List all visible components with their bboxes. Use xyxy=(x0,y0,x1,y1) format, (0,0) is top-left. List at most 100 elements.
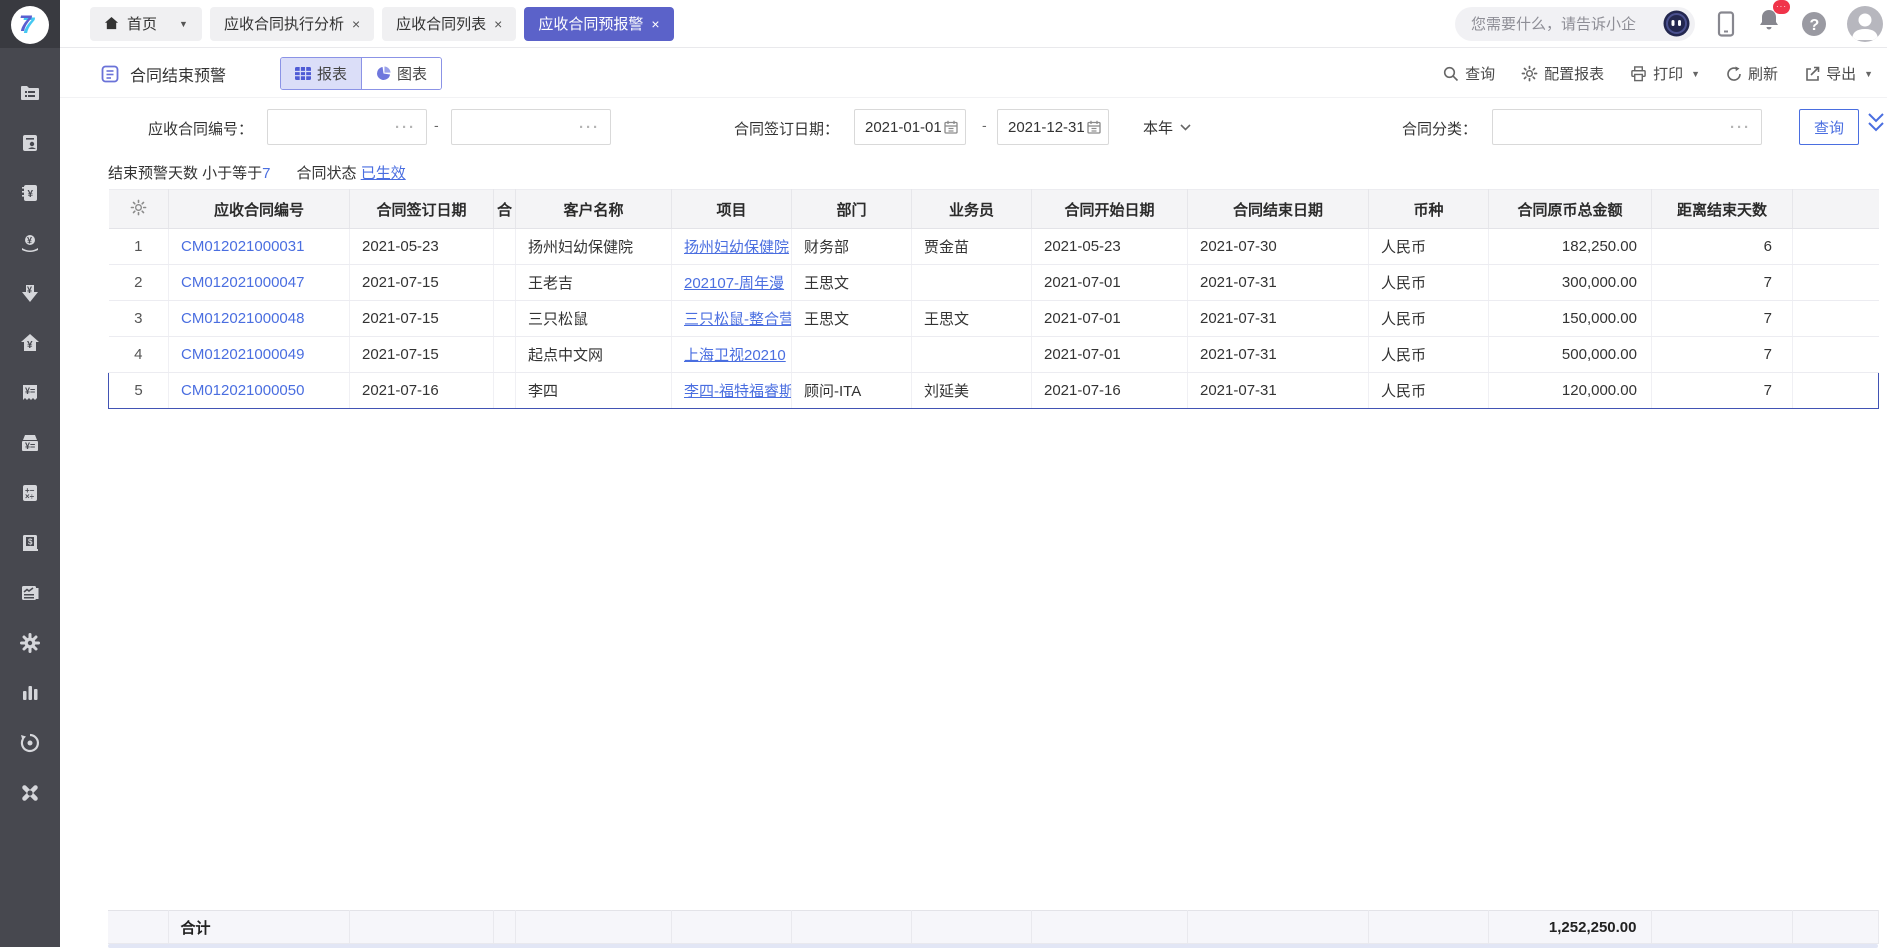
date-from-input[interactable]: 2021-01-01 xyxy=(854,109,966,145)
header-dept[interactable]: 部门 xyxy=(792,190,912,229)
header-end-date[interactable]: 合同结束日期 xyxy=(1188,190,1369,229)
project-link[interactable]: 李四-福特福睿斯 xyxy=(684,383,792,400)
history-icon[interactable] xyxy=(19,732,41,754)
mobile-icon[interactable] xyxy=(1715,11,1737,37)
query-action[interactable]: 查询 xyxy=(1443,63,1495,84)
gear-icon[interactable] xyxy=(19,632,41,654)
tab-home[interactable]: 首页 ▼ xyxy=(90,7,202,41)
cell-dept: 王思文 xyxy=(792,301,912,337)
app-logo[interactable]: 7 7 xyxy=(11,6,49,44)
assistant-search-input[interactable]: 您需要什么，请告诉小企 xyxy=(1455,7,1695,41)
calendar-icon[interactable] xyxy=(1087,120,1101,134)
header-start-date[interactable]: 合同开始日期 xyxy=(1032,190,1188,229)
svg-text:7: 7 xyxy=(19,11,33,36)
view-report-button[interactable]: 报表 xyxy=(281,58,361,89)
tab-contract-warning[interactable]: 应收合同预报警 × xyxy=(524,7,673,41)
cell-currency: 人民币 xyxy=(1369,373,1489,409)
contract-no-from-input[interactable]: ··· xyxy=(267,109,427,145)
header-currency[interactable]: 币种 xyxy=(1369,190,1489,229)
view-report-label: 报表 xyxy=(317,63,347,84)
project-link[interactable]: 三只松鼠-整合营 xyxy=(684,311,792,328)
table-row[interactable]: 4 CM012021000049 2021-07-15 起点中文网 上海卫视20… xyxy=(109,337,1879,373)
column-settings[interactable] xyxy=(109,190,169,229)
cell-clipped xyxy=(494,265,516,301)
chevron-down-icon[interactable]: ▼ xyxy=(179,19,188,29)
tab-contract-list[interactable]: 应收合同列表 × xyxy=(382,7,516,41)
page-title: 合同结束预警 xyxy=(130,62,226,86)
contract-code-link[interactable]: CM012021000031 xyxy=(181,238,304,255)
warning-days-label: 结束预警天数 小于等于 xyxy=(108,165,262,182)
project-link[interactable]: 202107-周年漫 xyxy=(684,275,784,292)
cell-customer: 王老吉 xyxy=(516,265,672,301)
chevron-down-icon[interactable]: ▼ xyxy=(1864,69,1873,79)
query-button[interactable]: 查询 xyxy=(1799,109,1859,145)
header-amount[interactable]: 合同原币总金额 xyxy=(1489,190,1652,229)
contract-user-icon[interactable] xyxy=(19,132,41,154)
table-row[interactable]: 2 CM012021000047 2021-07-15 王老吉 202107-周… xyxy=(109,265,1879,301)
table-row[interactable]: 3 CM012021000048 2021-07-15 三只松鼠 三只松鼠-整合… xyxy=(109,301,1879,337)
header-contract-no[interactable]: 应收合同编号 xyxy=(169,190,350,229)
bar-chart-icon[interactable] xyxy=(19,682,41,704)
cash-book-icon[interactable]: $ xyxy=(19,532,41,554)
header-customer[interactable]: 客户名称 xyxy=(516,190,672,229)
svg-text:¥=: ¥= xyxy=(25,441,35,451)
project-link[interactable]: 扬州妇幼保健院 xyxy=(684,239,789,256)
cell-empty xyxy=(108,911,168,944)
warning-days-value[interactable]: 7 xyxy=(262,165,270,182)
hand-coin-icon[interactable]: ¥ xyxy=(19,232,41,254)
avatar[interactable] xyxy=(1847,6,1883,42)
box-yen-icon[interactable]: ¥= xyxy=(19,432,41,454)
lookup-ellipsis-icon[interactable]: ··· xyxy=(395,119,416,136)
header-clipped[interactable]: 合 xyxy=(494,190,516,229)
help-icon[interactable]: ? xyxy=(1801,11,1827,37)
svg-text:×÷: ×÷ xyxy=(25,492,35,501)
arrow-down-yen-icon[interactable]: ¥ xyxy=(19,282,41,304)
category-input[interactable]: ··· xyxy=(1492,109,1762,145)
header-sales[interactable]: 业务员 xyxy=(912,190,1032,229)
view-chart-button[interactable]: 图表 xyxy=(361,58,441,89)
receipt-yen-icon[interactable]: ¥= xyxy=(19,382,41,404)
header-sign-date[interactable]: 合同签订日期 xyxy=(350,190,494,229)
print-action[interactable]: 打印 ▼ xyxy=(1630,63,1700,84)
close-icon[interactable]: × xyxy=(494,16,502,32)
tab-contract-exec-analysis[interactable]: 应收合同执行分析 × xyxy=(210,7,374,41)
folder-list-icon[interactable] xyxy=(19,82,41,104)
calendar-icon[interactable] xyxy=(944,120,958,134)
header-project[interactable]: 项目 xyxy=(672,190,792,229)
category-label: 合同分类： xyxy=(1402,118,1477,139)
cell-end-date: 2021-07-31 xyxy=(1188,265,1369,301)
contract-no-to-input[interactable]: ··· xyxy=(451,109,611,145)
cell-currency: 人民币 xyxy=(1369,337,1489,373)
lookup-ellipsis-icon[interactable]: ··· xyxy=(1730,119,1751,136)
table-row[interactable]: 1 CM012021000031 2021-05-23 扬州妇幼保健院 扬州妇幼… xyxy=(109,229,1879,265)
chevron-down-icon[interactable]: ▼ xyxy=(1691,69,1700,79)
contract-code-link[interactable]: CM012021000049 xyxy=(181,346,304,363)
row-number: 3 xyxy=(109,301,169,337)
project-link[interactable]: 上海卫视20210 xyxy=(684,347,786,364)
tools-icon[interactable] xyxy=(19,782,41,804)
export-action[interactable]: 导出 ▼ xyxy=(1804,63,1873,84)
header-days-left[interactable]: 距离结束天数 xyxy=(1652,190,1793,229)
horizontal-scrollbar[interactable] xyxy=(108,944,1878,948)
expand-filters-chevrons-icon[interactable] xyxy=(1866,111,1886,135)
house-yen-icon[interactable]: ¥ xyxy=(19,332,41,354)
refresh-action[interactable]: 刷新 xyxy=(1726,63,1778,84)
contract-code-link[interactable]: CM012021000048 xyxy=(181,310,304,327)
top-tab-bar: 首页 ▼ 应收合同执行分析 × 应收合同列表 × 应收合同预报警 × 您需要什么… xyxy=(60,0,1887,48)
calculator-icon[interactable]: +−×÷ xyxy=(19,482,41,504)
period-select[interactable]: 本年 xyxy=(1143,117,1191,138)
assistant-robot-icon[interactable] xyxy=(1663,10,1690,37)
cell-end-date: 2021-07-31 xyxy=(1188,337,1369,373)
ledger-yen-icon[interactable]: ¥ xyxy=(19,182,41,204)
contract-code-link[interactable]: CM012021000047 xyxy=(181,274,304,291)
close-icon[interactable]: × xyxy=(352,16,360,32)
report-chart-icon[interactable] xyxy=(19,582,41,604)
close-icon[interactable]: × xyxy=(651,16,659,32)
configure-report-action[interactable]: 配置报表 xyxy=(1521,63,1604,84)
lookup-ellipsis-icon[interactable]: ··· xyxy=(579,119,600,136)
date-to-input[interactable]: 2021-12-31 xyxy=(997,109,1109,145)
table-row-selected[interactable]: 5 CM012021000050 2021-07-16 李四 李四-福特福睿斯 … xyxy=(109,373,1879,409)
status-value-link[interactable]: 已生效 xyxy=(361,165,406,182)
notifications[interactable]: ··· xyxy=(1757,8,1781,39)
contract-code-link[interactable]: CM012021000050 xyxy=(181,382,304,399)
